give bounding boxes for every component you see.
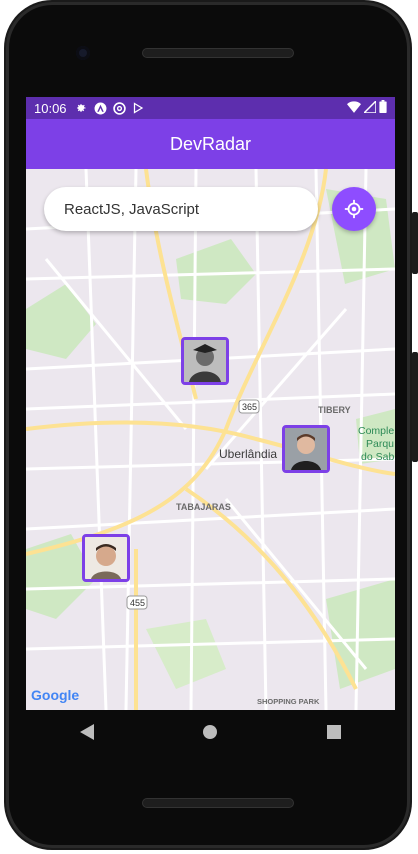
wifi-icon [347,100,361,116]
district-label-tabajaras: TABAJARAS [176,502,231,512]
back-icon[interactable] [80,723,95,745]
play-protect-icon [132,102,145,115]
dev-marker-2[interactable] [282,425,330,473]
home-icon[interactable] [202,724,218,745]
my-location-button[interactable] [332,187,376,231]
gear-icon [75,102,88,115]
app-bar: DevRadar [26,119,395,169]
recents-icon[interactable] [326,724,341,744]
district-label-shopping-park: SHOPPING PARK [257,697,320,706]
tech-search-input[interactable] [62,199,306,219]
google-logo: Google [31,687,79,703]
android-auto-icon [94,102,107,115]
dev-marker-3[interactable] [82,534,130,582]
route-label-365: 365 [242,402,257,412]
top-speaker [142,48,294,58]
park-label-line1: Comple [358,425,394,437]
search-bar[interactable] [44,187,318,231]
app-title: DevRadar [169,133,252,154]
power-button[interactable] [412,352,418,462]
map-view[interactable]: Uberlândia TIBERY Comple Parqu do Sab TA… [26,169,395,710]
at-sign-icon [112,101,126,115]
my-location-icon [344,199,364,219]
status-bar: 10:06 [26,97,395,119]
volume-button[interactable] [412,212,418,274]
avatar-1 [184,340,226,382]
app-screen: 10:06 DevRadar Uberlândia TIBERY Comple … [26,97,395,710]
signal-icon [362,98,377,116]
avatar-3 [85,537,127,579]
route-label-455: 455 [130,598,145,608]
district-label-tibery: TIBERY [318,405,351,415]
system-nav-bar [26,710,395,758]
bottom-speaker [142,798,294,808]
park-label-line2: Parqu [366,438,394,450]
status-time: 10:06 [34,100,67,116]
park-label-line3: do Sab [361,451,394,463]
dev-marker-1[interactable] [181,337,229,385]
avatar-2 [285,428,327,470]
front-camera [76,46,90,60]
battery-icon [379,100,387,116]
city-label: Uberlândia [219,447,277,461]
